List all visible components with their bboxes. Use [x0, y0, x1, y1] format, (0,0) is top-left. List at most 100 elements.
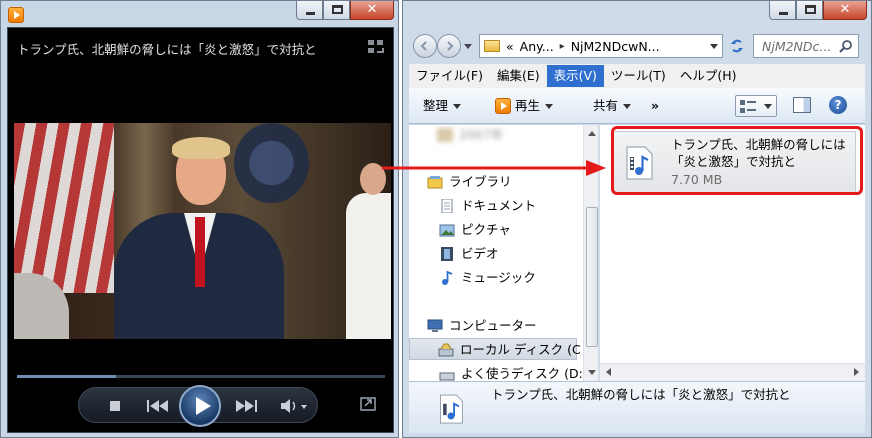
- drive-icon: [439, 372, 455, 381]
- menu-edit[interactable]: 編集(E): [490, 65, 547, 87]
- change-view-button[interactable]: [735, 95, 777, 117]
- annotation-arrow-icon: [382, 160, 606, 176]
- minimize-icon: [779, 12, 788, 15]
- player-titlebar[interactable]: ✕: [1, 1, 398, 27]
- nav-item-videos-label: ビデオ: [461, 246, 499, 261]
- file-list-horizontal-scrollbar[interactable]: [600, 363, 865, 381]
- stop-button[interactable]: [107, 388, 123, 424]
- chevron-down-icon: [453, 104, 462, 109]
- next-button[interactable]: [229, 388, 265, 424]
- file-name: トランプ氏、北朝鮮の脅しには「炎と激怒」で対抗と: [671, 137, 846, 169]
- explorer-maximize-button[interactable]: [796, 1, 823, 20]
- chevron-down-icon[interactable]: [764, 104, 772, 109]
- menu-help[interactable]: ヘルプ(H): [673, 65, 744, 87]
- play-button[interactable]: [179, 385, 221, 427]
- audio-file-icon: [440, 394, 463, 424]
- minimize-icon: [306, 12, 315, 15]
- speaker-tie: [195, 217, 205, 287]
- recent-pages-icon[interactable]: [463, 41, 473, 51]
- details-pane: トランプ氏、北朝鮮の脅しには「炎と激怒」で対抗と: [409, 381, 865, 433]
- nav-item-blurred-label: 2007年: [459, 127, 504, 142]
- chevron-down-icon: [545, 104, 554, 109]
- speaker-image: [114, 137, 284, 339]
- menu-view[interactable]: 表示(V): [546, 65, 604, 87]
- preview-pane-icon[interactable]: [793, 97, 811, 113]
- nav-item-local-disk-label: ローカル ディスク (C: [460, 342, 581, 357]
- player-caption-buttons: ✕: [296, 1, 394, 20]
- menu-bar: ファイル(F) 編集(E) 表示(V) ツール(T) ヘルプ(H): [409, 64, 865, 88]
- forward-button[interactable]: [437, 34, 461, 58]
- computer-icon: [427, 319, 443, 332]
- address-dropdown-icon[interactable]: [710, 44, 718, 49]
- forward-arrow-icon: [447, 41, 454, 51]
- music-note-icon: [442, 271, 453, 285]
- explorer-caption-buttons: ✕: [769, 1, 867, 20]
- scroll-left-icon[interactable]: [606, 368, 611, 376]
- address-segment-any[interactable]: Any...: [520, 39, 554, 54]
- player-close-button[interactable]: ✕: [350, 1, 394, 20]
- scroll-right-icon[interactable]: [854, 368, 859, 376]
- volume-button[interactable]: [277, 388, 311, 424]
- media-player-window: ✕ トランプ氏、北朝鮮の脅しには「炎と激怒」で対抗と: [0, 0, 399, 438]
- media-player-icon: [8, 7, 24, 23]
- search-icon[interactable]: [838, 39, 854, 55]
- hard-drive-icon: [438, 343, 454, 357]
- nav-item-frequent-disk-label: よく使うディスク (D:: [461, 366, 583, 381]
- menu-tools[interactable]: ツール(T): [604, 65, 673, 87]
- play-label: 再生: [515, 98, 541, 113]
- explorer-minimize-button[interactable]: [769, 1, 796, 20]
- player-content: トランプ氏、北朝鮮の脅しには「炎と激怒」で対抗と: [7, 27, 394, 433]
- play-command-button[interactable]: 再生: [495, 96, 554, 116]
- address-segment-current[interactable]: NjM2NDcwN...: [571, 39, 660, 54]
- video-icon: [441, 247, 453, 261]
- address-chevron-icon[interactable]: ▸: [560, 41, 565, 52]
- file-list: トランプ氏、北朝鮮の脅しには「炎と激怒」で対抗と 7.70 MB: [600, 125, 865, 381]
- scroll-down-icon[interactable]: [588, 370, 596, 375]
- nav-item-pictures-label: ピクチャ: [461, 222, 511, 237]
- back-button[interactable]: [413, 34, 437, 58]
- scroll-up-icon[interactable]: [588, 131, 596, 136]
- close-icon: ✕: [839, 2, 851, 17]
- organize-button[interactable]: 整理: [423, 96, 462, 116]
- share-label: 共有: [593, 98, 619, 113]
- share-button[interactable]: 共有: [593, 96, 632, 116]
- bystander-image: [346, 193, 391, 339]
- address-bar[interactable]: « Any... ▸ NjM2NDcwN...: [479, 34, 723, 58]
- playback-controls: [78, 385, 318, 427]
- switch-to-library-icon[interactable]: [367, 39, 385, 55]
- search-input[interactable]: NjM2NDc...: [753, 34, 859, 58]
- back-arrow-icon: [420, 41, 427, 51]
- nav-item-local-disk[interactable]: ローカル ディスク (C: [409, 338, 581, 360]
- details-file-name: トランプ氏、北朝鮮の脅しには「炎と激怒」で対抗と: [491, 387, 791, 402]
- nav-item-music-label: ミュージック: [461, 270, 536, 285]
- maximize-icon: [332, 5, 343, 14]
- explorer-titlebar[interactable]: ✕: [403, 1, 871, 27]
- view-grid-icon: [740, 100, 756, 113]
- player-maximize-button[interactable]: [323, 1, 350, 20]
- stop-icon: [110, 401, 120, 411]
- command-bar: 整理 再生 共有 » ?: [409, 88, 865, 124]
- speaker-hair: [172, 137, 230, 159]
- explorer-close-button[interactable]: ✕: [823, 1, 867, 20]
- previous-button[interactable]: [139, 388, 175, 424]
- document-icon: [441, 199, 453, 213]
- more-commands-button[interactable]: »: [651, 96, 659, 116]
- nav-item-documents-label: ドキュメント: [461, 198, 537, 213]
- nav-item-computer-label: コンピューター: [449, 318, 537, 333]
- menu-file[interactable]: ファイル(F): [409, 65, 490, 87]
- refresh-icon[interactable]: [727, 36, 747, 56]
- seek-bar[interactable]: [17, 375, 385, 378]
- file-size: 7.70 MB: [671, 172, 723, 187]
- maximize-icon: [805, 5, 816, 14]
- help-icon[interactable]: ?: [829, 96, 847, 114]
- video-frame[interactable]: [14, 123, 391, 339]
- play-icon: [495, 98, 511, 114]
- folder-icon: [484, 40, 500, 52]
- file-item[interactable]: トランプ氏、北朝鮮の脅しには「炎と激怒」で対抗と 7.70 MB: [612, 131, 856, 193]
- fullscreen-icon[interactable]: [360, 397, 376, 411]
- nav-pane-scroll-thumb[interactable]: [586, 207, 598, 347]
- navigation-row: « Any... ▸ NjM2NDcwN... NjM2NDc...: [403, 29, 871, 63]
- player-minimize-button[interactable]: [296, 1, 323, 20]
- address-overflow[interactable]: «: [506, 39, 514, 54]
- search-placeholder: NjM2NDc...: [762, 39, 832, 54]
